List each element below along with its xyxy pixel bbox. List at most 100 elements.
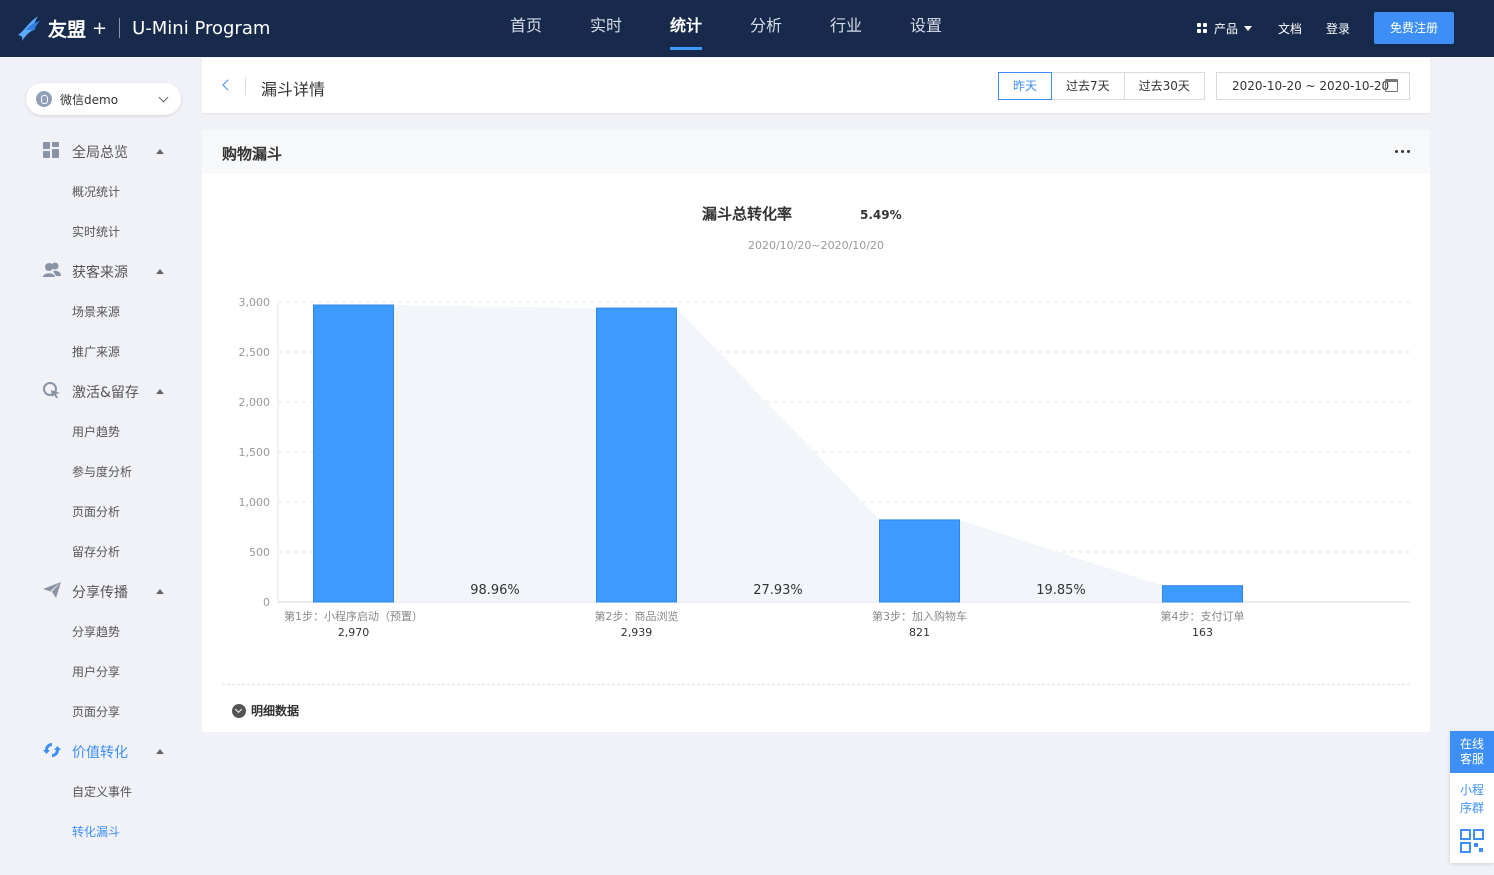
mini-program-group-button[interactable]: 小程 序群 [1450,781,1494,817]
caret-up-icon [156,149,164,154]
sidebar-group-label: 价值转化 [72,745,128,761]
top-right-actions: 产品 文档 登录 免费注册 [1196,12,1454,44]
brand-plus: + [92,17,108,39]
sidebar-item-retention[interactable]: 留存分析 [72,543,120,560]
cursor-icon [43,382,60,398]
sidebar-group-label: 全局总览 [72,145,128,161]
qr-code-icon[interactable] [1460,829,1484,853]
card-divider [222,684,1410,685]
sidebar-item-share-trend[interactable]: 分享趋势 [72,623,120,640]
sidebar-item-page-analysis[interactable]: 页面分析 [72,503,120,520]
products-dropdown[interactable]: 产品 [1196,20,1252,37]
header-divider [245,77,246,95]
caret-up-icon [156,589,164,594]
calendar-icon [1385,79,1398,92]
product-name: U-Mini Program [132,17,271,39]
login-link[interactable]: 登录 [1326,20,1350,37]
funnel-card: 购物漏斗 漏斗总转化率 5.49% 2020/10/20~2020/10/20 0 50… [202,130,1430,732]
paper-plane-icon [43,582,61,598]
bar-value-label: 821 [909,626,930,639]
sidebar-group-acquisition[interactable]: 获客来源 [0,250,200,290]
app-selector-value: 微信demo [60,92,119,107]
funnel-chart: 漏斗总转化率 5.49% 2020/10/20~2020/10/20 0 500 1,00… [239,205,1410,639]
conversion-rate-label: 19.85% [1036,583,1086,598]
online-service-button[interactable]: 在线 客服 [1450,731,1494,773]
main-nav: 首页 实时 统计 分析 行业 设置 [510,0,990,57]
sidebar-item-custom-events[interactable]: 自定义事件 [72,783,132,800]
detail-data-toggle[interactable]: 明细数据 [232,702,299,719]
convert-icon [43,743,61,757]
nav-realtime[interactable]: 实时 [590,0,670,57]
group-line1: 小程 [1459,783,1484,797]
sidebar-item-user-share[interactable]: 用户分享 [72,663,120,680]
date-range-picker[interactable]: 2020-10-20 ~ 2020-10-20 [1216,72,1410,100]
range-yesterday[interactable]: 昨天 [998,72,1053,100]
date-range-tabs: 昨天 过去7天 过去30天 [998,72,1205,100]
brand-logo[interactable]: 友盟 + U-Mini Program [16,12,270,44]
nav-analysis[interactable]: 分析 [750,0,830,57]
y-tick-label: 2,500 [239,346,271,359]
nav-industry[interactable]: 行业 [830,0,910,57]
bar-value-label: 2,970 [338,626,370,639]
sidebar-group-conversion[interactable]: 价值转化 [0,730,200,770]
more-icon[interactable] [1395,150,1410,153]
y-tick-label: 2,000 [239,396,271,409]
sidebar: 微信demo 全局总览 概况统计 实时统计 获客来源 场景来源 推广来源 激活&… [0,57,200,875]
sidebar-item-promo-source[interactable]: 推广来源 [72,343,120,360]
funnel-connector-area [393,305,597,602]
sidebar-group-activation[interactable]: 激活&留存 [0,370,200,410]
page-header: 漏斗详情 昨天 过去7天 过去30天 2020-10-20 ~ 2020-10-… [202,58,1430,113]
range-7-days[interactable]: 过去7天 [1052,72,1125,100]
y-tick-label: 0 [263,596,270,609]
x-category-label: 第2步：商品浏览 [595,609,679,623]
register-button[interactable]: 免费注册 [1374,12,1454,44]
dashboard-icon [43,142,59,158]
sidebar-group-sharing[interactable]: 分享传播 [0,570,200,610]
sidebar-item-overview-stats[interactable]: 概况统计 [72,183,120,200]
users-icon [43,262,61,277]
sidebar-item-scene-source[interactable]: 场景来源 [72,303,120,320]
x-category-label: 第1步：小程序启动（预置） [284,609,423,623]
bar-value-label: 163 [1192,626,1213,639]
sidebar-group-overview[interactable]: 全局总览 [0,130,200,170]
app-selector[interactable]: 微信demo [26,83,181,115]
sidebar-item-funnel[interactable]: 转化漏斗 [72,823,120,840]
caret-up-icon [156,749,164,754]
app-icon [36,91,52,107]
online-service-line2: 客服 [1459,752,1484,766]
sidebar-item-realtime-stats[interactable]: 实时统计 [72,223,120,240]
bar-value-label: 2,939 [621,626,653,639]
chevron-down-circle-icon [232,703,246,718]
chevron-down-icon [158,92,169,103]
caret-down-icon [1243,25,1252,31]
funnel-bar [313,304,394,603]
group-line2: 序群 [1459,801,1484,815]
top-bar: 友盟 + U-Mini Program 首页 实时 统计 分析 行业 设置 产品… [0,0,1494,57]
nav-statistics[interactable]: 统计 [670,0,750,57]
sidebar-group-label: 获客来源 [72,265,128,281]
online-service-line1: 在线 [1459,737,1484,751]
card-header: 购物漏斗 [202,130,1430,174]
brand-name: 友盟 [48,18,87,41]
x-category-label: 第4步：支付订单 [1161,609,1245,623]
nav-home[interactable]: 首页 [510,0,590,57]
y-tick-label: 1,000 [239,496,271,509]
floating-service-panel: 在线 客服 小程 序群 [1450,731,1494,863]
apps-grid-icon [1196,23,1207,33]
sidebar-item-user-trend[interactable]: 用户趋势 [72,423,120,440]
conversion-rate-label: 98.96% [470,583,520,598]
caret-up-icon [156,269,164,274]
range-30-days[interactable]: 过去30天 [1124,72,1205,100]
chart-subtitle: 2020/10/20~2020/10/20 [748,239,884,252]
sidebar-item-engagement[interactable]: 参与度分析 [72,463,132,480]
sidebar-item-page-share[interactable]: 页面分享 [72,703,120,720]
y-tick-label: 3,000 [239,296,271,309]
date-range-value: 2020-10-20 ~ 2020-10-20 [1232,79,1390,93]
brand-divider [119,18,121,38]
nav-settings[interactable]: 设置 [910,0,990,57]
docs-link[interactable]: 文档 [1278,20,1302,37]
bird-logo-icon [18,16,40,41]
chart-total-rate: 5.49% [860,208,902,222]
back-icon[interactable] [222,79,234,91]
products-label: 产品 [1213,21,1238,36]
